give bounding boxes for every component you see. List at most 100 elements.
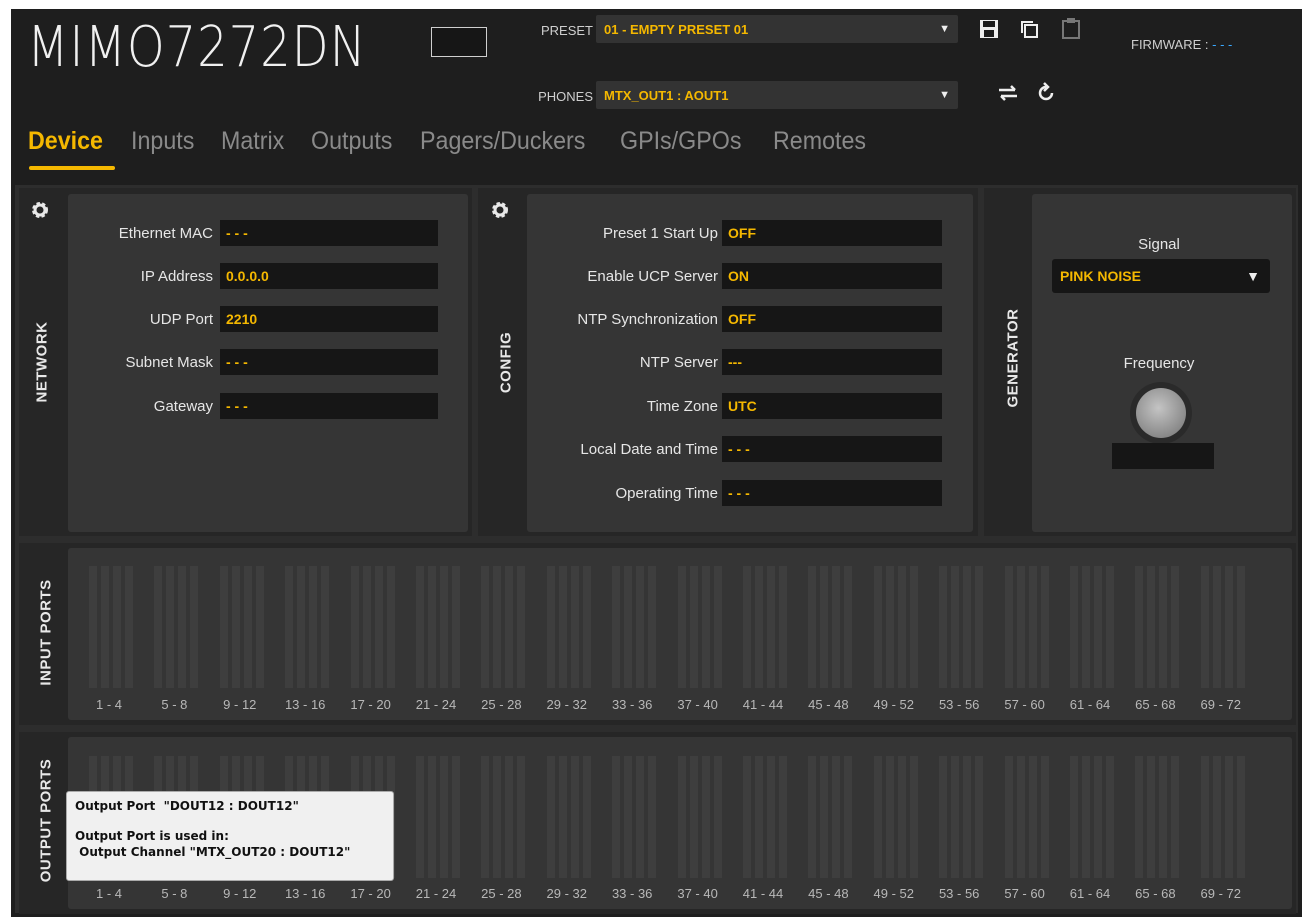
input-port-meter[interactable] — [844, 566, 853, 688]
output-port-meter[interactable] — [701, 756, 710, 878]
ucp-server-field[interactable]: ON — [722, 263, 942, 289]
input-port-meter[interactable] — [374, 566, 383, 688]
output-port-meter[interactable] — [885, 756, 894, 878]
input-port-meter[interactable] — [1070, 566, 1078, 688]
input-port-meter[interactable] — [101, 566, 109, 688]
input-port-meter[interactable] — [570, 566, 579, 688]
tab-matrix[interactable]: Matrix — [221, 127, 284, 156]
gateway-field[interactable]: - - - — [220, 393, 438, 419]
input-port-meter[interactable] — [1236, 566, 1245, 688]
input-port-meter[interactable] — [975, 566, 984, 688]
frequency-value-field[interactable] — [1112, 443, 1214, 469]
output-port-meter[interactable] — [909, 756, 918, 878]
output-port-meter[interactable] — [1070, 756, 1078, 878]
input-port-meter[interactable] — [808, 566, 817, 688]
output-port-meter[interactable] — [755, 756, 763, 878]
input-port-meter[interactable] — [1106, 566, 1114, 688]
ethernet-mac-field[interactable]: - - - — [220, 220, 438, 246]
input-port-meter[interactable] — [505, 566, 514, 688]
signal-select[interactable]: PINK NOISE ▼ — [1052, 259, 1270, 293]
preset-select[interactable]: 01 - EMPTY PRESET 01 ▼ — [596, 15, 958, 43]
gear-icon[interactable] — [490, 200, 510, 226]
input-port-meter[interactable] — [1028, 566, 1037, 688]
output-port-meter[interactable] — [546, 756, 555, 878]
input-port-meter[interactable] — [231, 566, 240, 688]
frequency-knob[interactable] — [1136, 388, 1186, 438]
output-port-meter[interactable] — [779, 756, 787, 878]
udp-port-field[interactable]: 2210 — [220, 306, 438, 332]
output-port-meter[interactable] — [1082, 756, 1090, 878]
output-port-meter[interactable] — [416, 756, 424, 878]
time-zone-field[interactable]: UTC — [722, 393, 942, 419]
input-port-meter[interactable] — [493, 566, 502, 688]
input-port-meter[interactable] — [963, 566, 972, 688]
input-port-meter[interactable] — [517, 566, 526, 688]
input-port-meter[interactable] — [909, 566, 918, 688]
output-port-meter[interactable] — [636, 756, 645, 878]
output-port-meter[interactable] — [624, 756, 633, 878]
input-port-meter[interactable] — [386, 566, 395, 688]
output-port-meter[interactable] — [1028, 756, 1037, 878]
output-port-meter[interactable] — [1159, 756, 1168, 878]
operating-time-field[interactable]: - - - — [722, 480, 942, 506]
input-port-meter[interactable] — [743, 566, 751, 688]
input-port-meter[interactable] — [190, 566, 199, 688]
output-port-meter[interactable] — [1106, 756, 1114, 878]
local-datetime-field[interactable]: - - - — [722, 436, 942, 462]
input-port-meter[interactable] — [350, 566, 359, 688]
output-port-meter[interactable] — [767, 756, 775, 878]
input-port-meter[interactable] — [1082, 566, 1090, 688]
output-port-meter[interactable] — [612, 756, 621, 878]
output-port-meter[interactable] — [677, 756, 686, 878]
ip-address-field[interactable]: 0.0.0.0 — [220, 263, 438, 289]
output-port-meter[interactable] — [558, 756, 567, 878]
input-port-meter[interactable] — [1147, 566, 1156, 688]
output-port-meter[interactable] — [963, 756, 972, 878]
output-port-meter[interactable] — [743, 756, 751, 878]
input-port-meter[interactable] — [362, 566, 371, 688]
output-port-meter[interactable] — [1135, 756, 1144, 878]
input-port-meter[interactable] — [481, 566, 490, 688]
input-port-meter[interactable] — [309, 566, 318, 688]
input-port-meter[interactable] — [113, 566, 121, 688]
input-port-meter[interactable] — [820, 566, 829, 688]
output-port-meter[interactable] — [713, 756, 722, 878]
input-port-meter[interactable] — [1224, 566, 1233, 688]
input-port-meter[interactable] — [255, 566, 264, 688]
input-port-meter[interactable] — [612, 566, 621, 688]
output-port-meter[interactable] — [505, 756, 514, 878]
output-port-meter[interactable] — [517, 756, 526, 878]
output-port-meter[interactable] — [1171, 756, 1180, 878]
input-port-meter[interactable] — [285, 566, 294, 688]
ntp-sync-field[interactable]: OFF — [722, 306, 942, 332]
output-port-meter[interactable] — [1094, 756, 1102, 878]
output-port-meter[interactable] — [832, 756, 841, 878]
output-port-meter[interactable] — [897, 756, 906, 878]
input-port-meter[interactable] — [125, 566, 133, 688]
paste-icon[interactable] — [1061, 17, 1081, 43]
device-id-box[interactable] — [431, 27, 487, 57]
input-port-meter[interactable] — [166, 566, 175, 688]
swap-icon[interactable] — [997, 83, 1019, 107]
input-port-meter[interactable] — [1135, 566, 1144, 688]
output-port-meter[interactable] — [1147, 756, 1156, 878]
input-port-meter[interactable] — [648, 566, 657, 688]
output-port-meter[interactable] — [689, 756, 698, 878]
input-port-meter[interactable] — [689, 566, 698, 688]
input-port-meter[interactable] — [452, 566, 460, 688]
phones-select[interactable]: MTX_OUT1 : AOUT1 ▼ — [596, 81, 958, 109]
output-port-meter[interactable] — [1004, 756, 1013, 878]
input-port-meter[interactable] — [636, 566, 645, 688]
input-port-meter[interactable] — [546, 566, 555, 688]
save-icon[interactable] — [979, 19, 999, 43]
input-port-meter[interactable] — [1159, 566, 1168, 688]
tab-gpis-gpos[interactable]: GPIs/GPOs — [620, 127, 741, 156]
input-port-meter[interactable] — [558, 566, 567, 688]
output-port-meter[interactable] — [570, 756, 579, 878]
tab-inputs[interactable]: Inputs — [131, 127, 194, 156]
input-port-meter[interactable] — [885, 566, 894, 688]
input-port-meter[interactable] — [873, 566, 882, 688]
output-port-meter[interactable] — [951, 756, 960, 878]
input-port-meter[interactable] — [321, 566, 330, 688]
input-port-meter[interactable] — [582, 566, 591, 688]
